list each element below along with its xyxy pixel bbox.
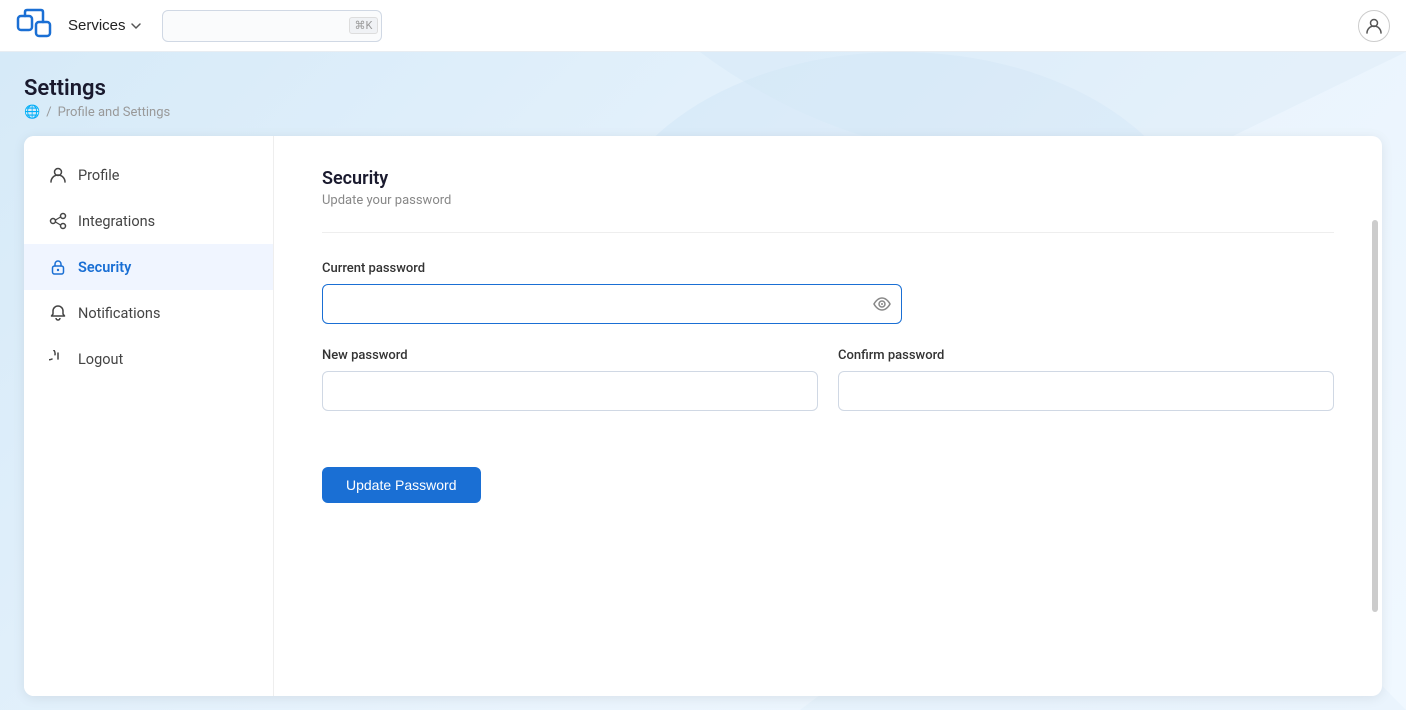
new-password-input[interactable] [322, 371, 818, 411]
breadcrumb-current: Profile and Settings [58, 105, 171, 120]
section-title: Security [322, 168, 1334, 189]
current-password-input[interactable] [322, 284, 902, 324]
password-row: New password Confirm password [322, 348, 1334, 435]
form-actions: Update Password [322, 467, 1334, 503]
sidebar-security-label: Security [78, 259, 131, 276]
services-label: Services [68, 17, 126, 34]
section-divider [322, 232, 1334, 233]
section-subtitle: Update your password [322, 193, 1334, 208]
sidebar-profile-label: Profile [78, 167, 119, 184]
person-icon [1365, 17, 1383, 35]
search-kbd: ⌘K [349, 17, 379, 34]
new-password-wrapper [322, 371, 818, 411]
sidebar-item-security[interactable]: Security [24, 244, 273, 290]
sidebar-integrations-label: Integrations [78, 213, 155, 230]
settings-sidebar: Profile Integrations [24, 136, 274, 696]
current-password-group: Current password [322, 261, 1334, 324]
chevron-down-icon [130, 20, 142, 32]
settings-main: Security Update your password Current pa… [274, 136, 1382, 696]
confirm-password-label: Confirm password [838, 348, 1334, 363]
breadcrumb-home-icon[interactable]: 🌐 [24, 105, 40, 120]
power-icon [48, 349, 68, 369]
current-password-label: Current password [322, 261, 1334, 276]
breadcrumb: 🌐 / Profile and Settings [24, 105, 1382, 120]
sidebar-item-profile[interactable]: Profile [24, 152, 273, 198]
eye-icon[interactable] [872, 294, 892, 314]
user-avatar[interactable] [1358, 10, 1390, 42]
sidebar-item-integrations[interactable]: Integrations [24, 198, 273, 244]
confirm-password-group: Confirm password [838, 348, 1334, 411]
page-title: Settings [24, 76, 1382, 101]
sidebar-item-notifications[interactable]: Notifications [24, 290, 273, 336]
services-button[interactable]: Services [60, 13, 150, 38]
bell-icon [48, 303, 68, 323]
top-navigation: Services ⌘K [0, 0, 1406, 52]
scrollbar-thumb[interactable] [1372, 220, 1378, 612]
lock-icon [48, 257, 68, 277]
update-password-button[interactable]: Update Password [322, 467, 481, 503]
confirm-password-wrapper [838, 371, 1334, 411]
sidebar-logout-label: Logout [78, 351, 123, 368]
page-content: Settings 🌐 / Profile and Settings Profil… [0, 52, 1406, 696]
new-password-label: New password [322, 348, 818, 363]
sidebar-notifications-label: Notifications [78, 305, 160, 322]
settings-layout: Profile Integrations [24, 136, 1382, 696]
sidebar-item-logout[interactable]: Logout [24, 336, 273, 382]
current-password-wrapper [322, 284, 902, 324]
search-input[interactable] [173, 18, 349, 33]
logo[interactable] [16, 8, 52, 44]
search-box[interactable]: ⌘K [162, 10, 382, 42]
person-icon [48, 165, 68, 185]
integrations-icon [48, 211, 68, 231]
new-password-group: New password [322, 348, 818, 411]
breadcrumb-separator: / [46, 105, 51, 120]
confirm-password-input[interactable] [838, 371, 1334, 411]
